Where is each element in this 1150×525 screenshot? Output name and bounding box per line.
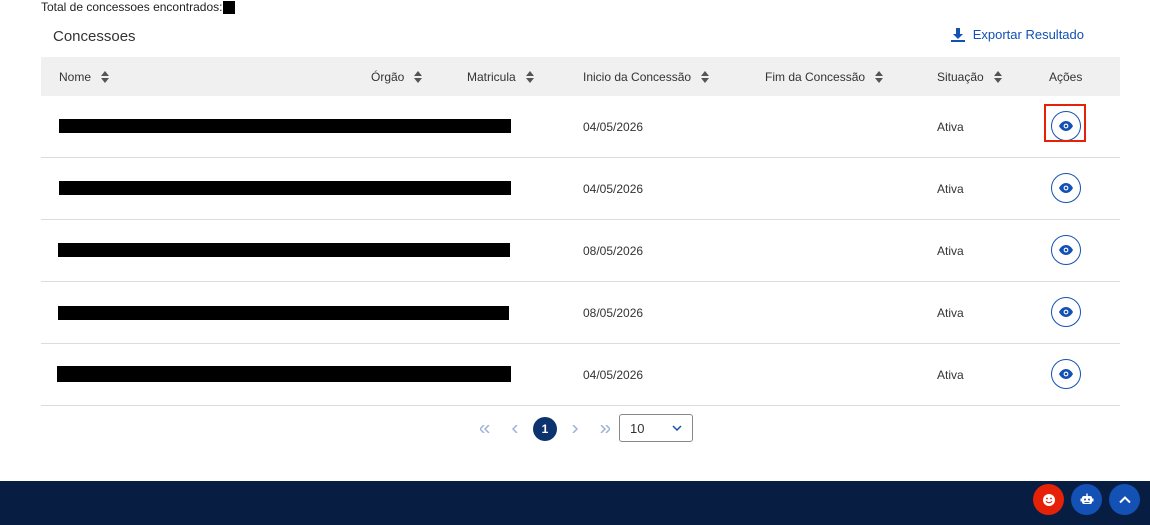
prev-page-button[interactable]	[500, 414, 530, 444]
column-label: Situação	[937, 69, 984, 84]
page-size-value: 10	[630, 420, 645, 436]
table-row: 08/05/2026 Ativa	[41, 220, 1120, 282]
redacted-name	[58, 306, 509, 320]
double-chevron-right-icon	[600, 425, 610, 433]
view-details-button[interactable]	[1051, 297, 1081, 327]
table-row: 04/05/2026 Ativa	[41, 158, 1120, 220]
cell-situacao: Ativa	[937, 243, 964, 258]
column-label: Ações	[1049, 69, 1083, 84]
column-label: Inicio da Concessão	[583, 69, 692, 84]
page-size-select[interactable]: 10	[619, 414, 693, 442]
feedback-button[interactable]	[1033, 484, 1064, 515]
cell-inicio: 04/05/2026	[583, 119, 644, 134]
page-title: Concessoes	[53, 28, 136, 45]
table-header: Nome Órgão Matricula Inicio da Concessão…	[41, 57, 1120, 96]
export-result-button[interactable]: Exportar Resultado	[950, 27, 1084, 42]
redacted-name	[59, 181, 511, 195]
redacted-name	[58, 243, 510, 257]
column-header-orgao[interactable]: Órgão	[371, 57, 423, 96]
redacted-name	[57, 366, 511, 382]
robot-icon	[1080, 493, 1093, 504]
total-count-line: Total de concessoes encontrados:	[41, 0, 236, 14]
view-details-button[interactable]	[1051, 173, 1081, 203]
view-details-button[interactable]	[1051, 359, 1081, 389]
cell-inicio: 04/05/2026	[583, 367, 644, 382]
double-chevron-left-icon	[480, 425, 490, 433]
eye-icon	[1059, 369, 1073, 379]
back-to-top-button[interactable]	[1109, 484, 1140, 515]
column-label: Órgão	[371, 69, 405, 84]
chevron-right-icon	[572, 425, 578, 433]
first-page-button[interactable]	[470, 414, 500, 444]
view-details-button[interactable]	[1051, 235, 1081, 265]
column-header-situacao[interactable]: Situação	[937, 57, 1002, 96]
column-header-nome[interactable]: Nome	[59, 57, 110, 96]
cell-inicio: 08/05/2026	[583, 243, 644, 258]
column-label: Matricula	[467, 69, 516, 84]
last-page-button[interactable]	[590, 414, 620, 444]
chevron-down-icon	[672, 425, 682, 431]
chevron-left-icon	[512, 425, 518, 433]
column-header-inicio[interactable]: Inicio da Concessão	[583, 57, 710, 96]
sort-icon	[875, 70, 884, 83]
chevron-up-icon	[1118, 495, 1131, 503]
current-page-button[interactable]: 1	[533, 417, 557, 441]
sort-icon	[525, 70, 534, 83]
column-label: Fim da Concessão	[765, 69, 866, 84]
cell-inicio: 08/05/2026	[583, 305, 644, 320]
sort-icon	[701, 70, 710, 83]
cell-situacao: Ativa	[937, 181, 964, 196]
footer	[0, 481, 1150, 525]
sort-icon	[993, 70, 1002, 83]
next-page-button[interactable]	[560, 414, 590, 444]
sort-icon	[414, 70, 423, 83]
redacted-name	[59, 119, 511, 133]
table-row: 08/05/2026 Ativa	[41, 282, 1120, 344]
concessions-table: Nome Órgão Matricula Inicio da Concessão…	[41, 57, 1120, 406]
highlight-box	[1044, 104, 1086, 142]
table-row: 04/05/2026 Ativa	[41, 344, 1120, 406]
pagination: 1	[470, 414, 620, 444]
column-header-fim[interactable]: Fim da Concessão	[765, 57, 884, 96]
column-header-acoes: Ações	[1049, 57, 1082, 96]
eye-icon	[1059, 245, 1073, 255]
eye-icon	[1059, 307, 1073, 317]
cell-situacao: Ativa	[937, 367, 964, 382]
export-result-label: Exportar Resultado	[972, 27, 1084, 42]
cell-situacao: Ativa	[937, 119, 964, 134]
chatbot-button[interactable]	[1071, 484, 1102, 515]
eye-icon	[1059, 183, 1073, 193]
cell-situacao: Ativa	[937, 305, 964, 320]
column-header-matricula[interactable]: Matricula	[467, 57, 534, 96]
sort-icon	[101, 70, 110, 83]
download-icon	[950, 27, 965, 42]
total-count-label: Total de concessoes encontrados:	[41, 0, 223, 14]
redacted-count	[223, 0, 236, 14]
table-row: 04/05/2026 Ativa	[41, 96, 1120, 158]
smiley-icon	[1042, 493, 1055, 506]
cell-inicio: 04/05/2026	[583, 181, 644, 196]
column-label: Nome	[59, 69, 92, 84]
